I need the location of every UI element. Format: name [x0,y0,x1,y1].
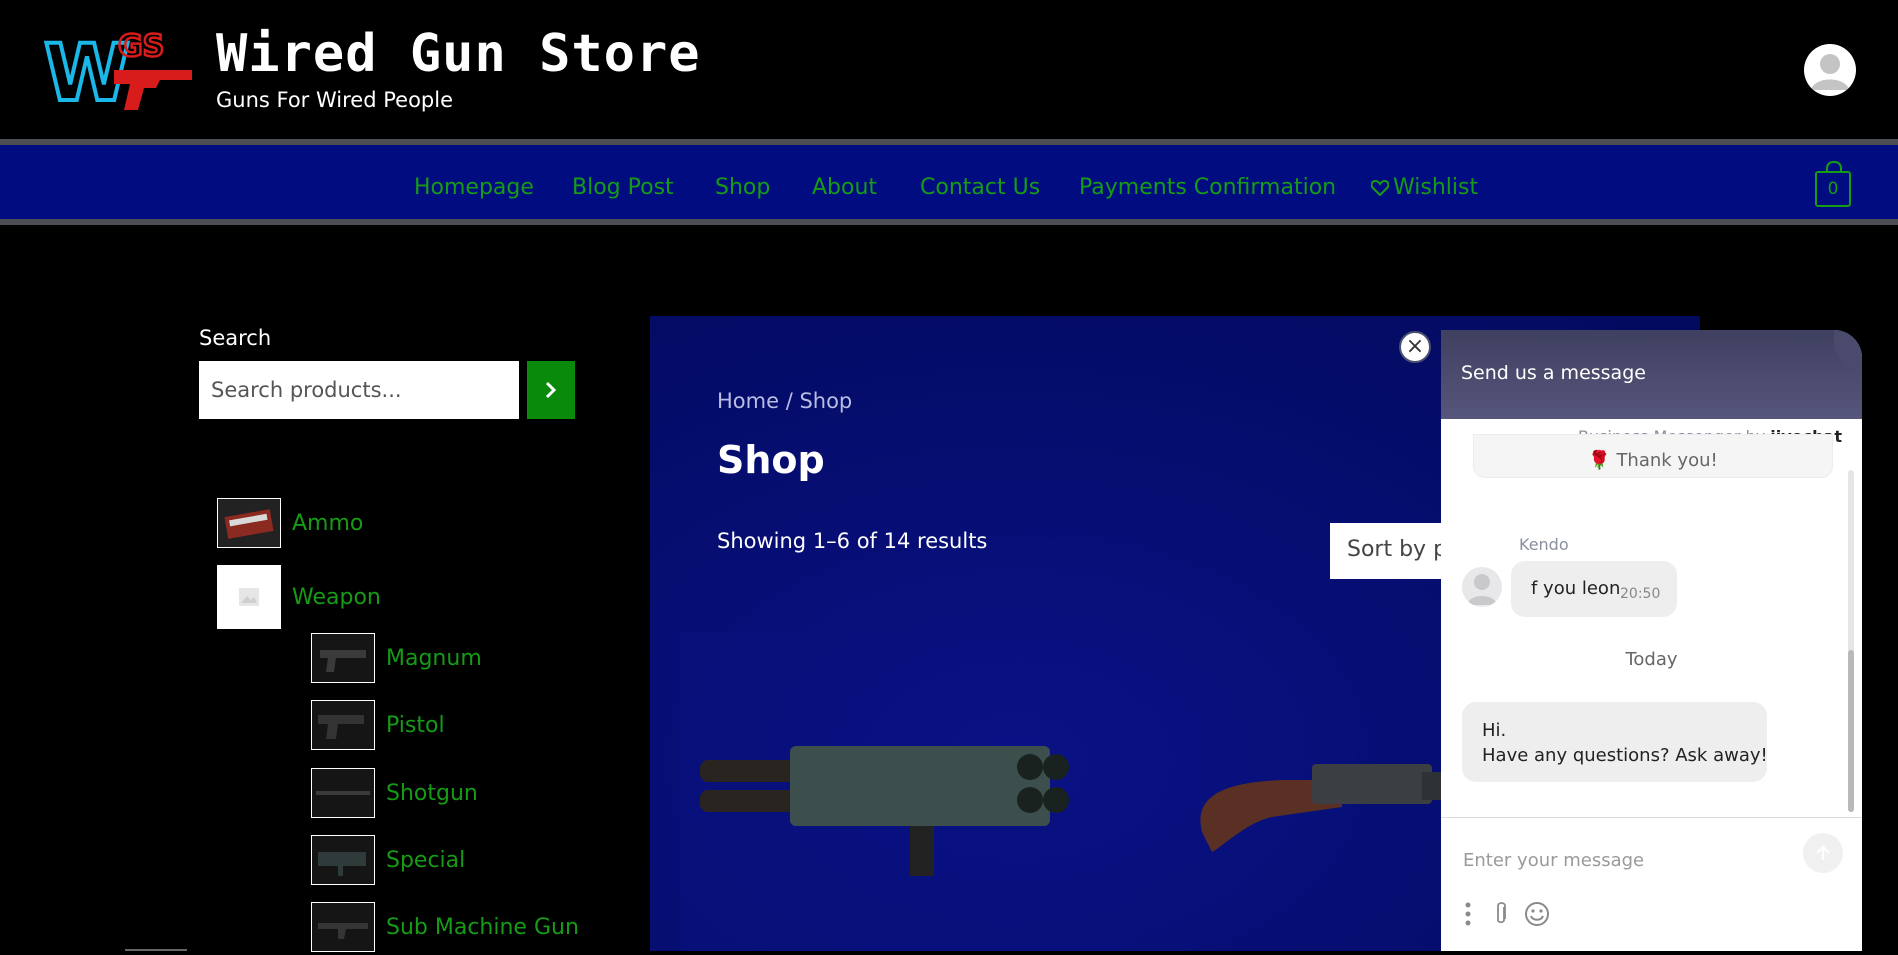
agent-name: Kendo [1519,535,1569,554]
nav-wishlist-label: Wishlist [1393,175,1479,200]
site-tagline: Guns For Wired People [216,88,453,112]
nav-contact-us[interactable]: Contact Us [920,175,1040,200]
category-label: Magnum [386,645,482,671]
chat-widget: Send us a message Business Messenger by … [1441,330,1862,951]
category-sub-machine-gun[interactable]: Sub Machine Gun [311,902,579,952]
svg-text:GS: GS [118,29,164,64]
greeting-line-2: Have any questions? Ask away! [1482,745,1768,766]
category-shotgun[interactable]: Shotgun [311,768,478,818]
smg-thumbnail [311,902,375,952]
page-title: Shop [717,438,825,482]
chat-divider [1441,817,1862,818]
special-thumbnail [311,835,375,885]
nav-wishlist[interactable]: Wishlist [1370,175,1479,200]
agent-avatar-icon [1462,567,1502,607]
search-label: Search [199,326,272,350]
chat-header[interactable]: Send us a message [1441,330,1862,419]
message-time: 20:50 [1620,586,1661,602]
rose-icon: 🌹 [1588,450,1611,471]
send-button[interactable] [1803,833,1843,873]
category-label: Shotgun [386,780,478,806]
chat-close-button[interactable]: × [1399,331,1431,363]
product-card-image[interactable] [680,632,1130,951]
close-icon: × [1405,334,1425,359]
heart-icon [1370,179,1390,197]
cart-icon[interactable]: 0 [1815,161,1851,207]
category-label: Sub Machine Gun [386,914,579,940]
category-pistol[interactable]: Pistol [311,700,445,750]
pistol-thumbnail [311,700,375,750]
day-separator: Today [1625,649,1678,670]
category-magnum[interactable]: Magnum [311,633,482,683]
magnum-thumbnail [311,633,375,683]
chat-message-input[interactable] [1461,839,1795,881]
greeting-line-1: Hi. [1482,720,1507,741]
category-special[interactable]: Special [311,835,465,885]
arrow-up-icon [1816,845,1830,860]
chat-scrollbar[interactable] [1848,470,1854,812]
category-label: Weapon [292,584,381,610]
category-label: Pistol [386,712,445,738]
nav-about[interactable]: About [812,175,877,200]
shotgun-thumbnail [311,768,375,818]
main-navigation: Homepage Blog Post Shop About Contact Us… [0,139,1898,225]
site-title[interactable]: Wired Gun Store [216,24,701,84]
chat-header-title: Send us a message [1461,362,1646,384]
category-label: Ammo [292,510,364,536]
ammo-thumbnail [217,498,281,548]
agent-message-text: f you leon [1531,578,1621,599]
chat-corner-decoration [1834,330,1862,370]
account-avatar-icon[interactable] [1804,44,1856,96]
attachment-icon[interactable] [1489,900,1513,928]
nav-shop[interactable]: Shop [715,175,770,200]
result-count: Showing 1–6 of 14 results [717,529,988,553]
site-header: W GS Wired Gun Store Guns For Wired Peop… [0,0,1898,139]
product-search-input[interactable] [199,361,519,419]
breadcrumb[interactable]: Home / Shop [717,389,852,413]
category-weapon[interactable]: Weapon [217,565,381,629]
greeting-message-bubble: Hi. Have any questions? Ask away! [1462,702,1768,782]
chat-scrollbar-thumb[interactable] [1848,650,1854,812]
category-ammo[interactable]: Ammo [217,498,363,548]
nav-blog-post[interactable]: Blog Post [572,175,674,200]
emoji-icon[interactable] [1523,900,1551,928]
cart-count: 0 [1827,179,1839,199]
category-label: Special [386,847,466,873]
search-submit-button[interactable] [527,361,575,419]
more-options-icon[interactable] [1461,900,1475,928]
placeholder-image-icon [217,565,281,629]
agent-message-bubble: f you leon 20:50 [1511,561,1677,617]
chevron-right-icon [545,381,557,399]
nav-payments-confirmation[interactable]: Payments Confirmation [1079,175,1336,200]
previous-message: 🌹 Thank you! [1473,434,1833,478]
nav-homepage[interactable]: Homepage [414,175,534,200]
previous-message-text: Thank you! [1616,450,1718,471]
site-logo[interactable]: W GS [42,22,194,121]
